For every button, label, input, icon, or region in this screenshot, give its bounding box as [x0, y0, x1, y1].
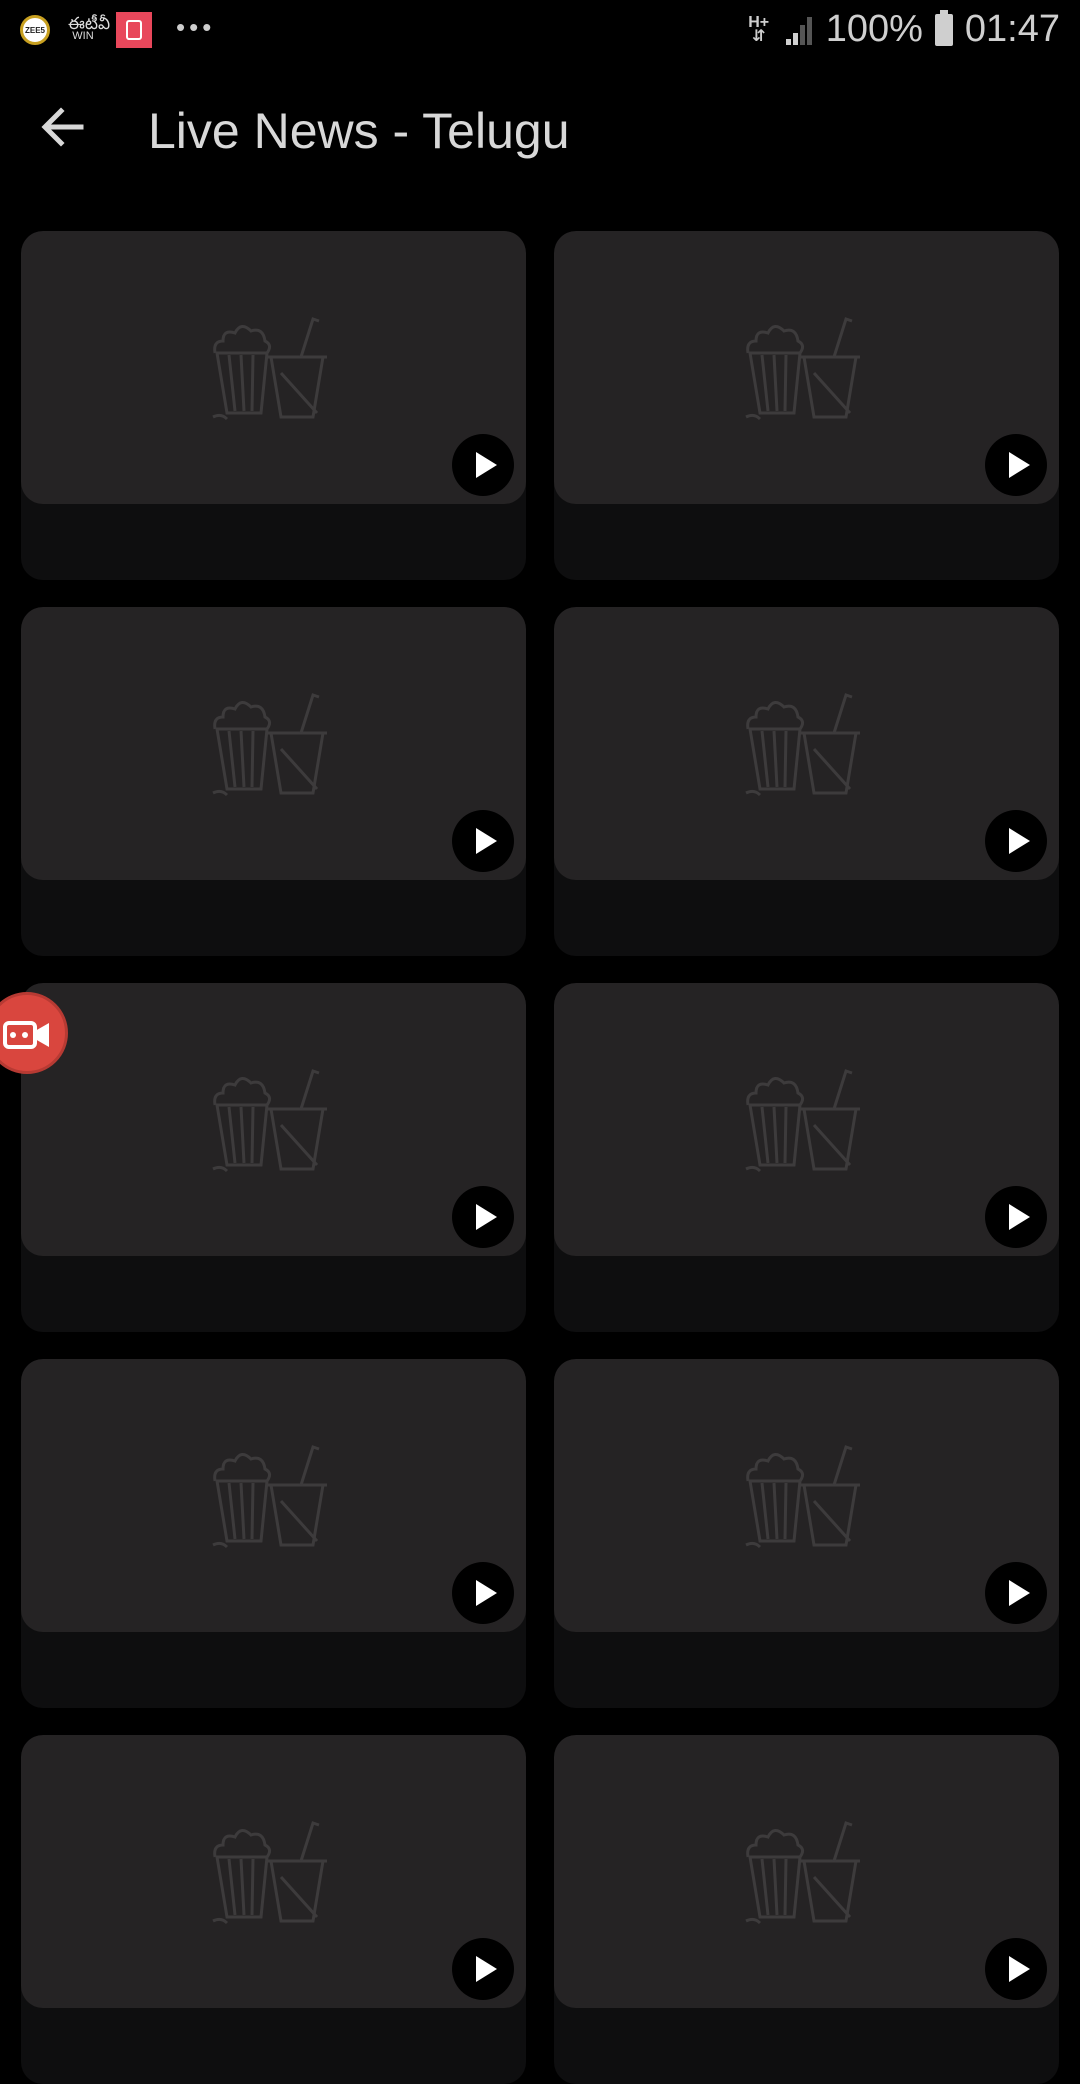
video-card-6[interactable]: [554, 983, 1059, 1332]
play-button[interactable]: [452, 1186, 514, 1248]
video-grid: [21, 231, 1059, 2084]
arrow-left-icon: [41, 107, 84, 147]
video-thumbnail[interactable]: [21, 983, 526, 1256]
video-thumbnail[interactable]: [554, 983, 1059, 1256]
popcorn-drink-placeholder-icon: [744, 316, 860, 420]
video-thumbnail[interactable]: [554, 1735, 1059, 2008]
app-bar: Live News - Telugu: [0, 64, 1080, 194]
video-thumbnail[interactable]: [21, 231, 526, 504]
video-thumbnail[interactable]: [21, 1735, 526, 2008]
etv-win-app-icon: ఈటీవీ WIN: [68, 14, 111, 43]
video-card-1[interactable]: [21, 231, 526, 580]
popcorn-drink-placeholder-icon: [744, 1444, 860, 1548]
video-thumbnail[interactable]: [21, 1359, 526, 1632]
video-card-5[interactable]: [21, 983, 526, 1332]
video-card-3[interactable]: [21, 607, 526, 956]
battery-icon: [934, 9, 953, 46]
red-app-icon: [116, 12, 152, 48]
play-button[interactable]: [452, 434, 514, 496]
zee5-app-icon: ZEE5: [20, 15, 50, 45]
popcorn-drink-placeholder-icon: [211, 1820, 327, 1924]
play-button[interactable]: [452, 810, 514, 872]
play-button[interactable]: [985, 810, 1047, 872]
video-thumbnail[interactable]: [21, 607, 526, 880]
popcorn-drink-placeholder-icon: [744, 1068, 860, 1172]
popcorn-drink-placeholder-icon: [211, 316, 327, 420]
play-button[interactable]: [985, 434, 1047, 496]
video-card-7[interactable]: [21, 1359, 526, 1708]
video-thumbnail[interactable]: [554, 607, 1059, 880]
battery-percent: 100%: [825, 8, 923, 50]
play-button[interactable]: [985, 1186, 1047, 1248]
popcorn-drink-placeholder-icon: [211, 1068, 327, 1172]
video-card-9[interactable]: [21, 1735, 526, 2084]
more-notifications-icon: •••: [176, 11, 216, 42]
popcorn-drink-placeholder-icon: [744, 692, 860, 796]
play-button[interactable]: [452, 1938, 514, 2000]
back-button[interactable]: [30, 94, 96, 160]
video-record-icon: [3, 1021, 49, 1049]
page-title: Live News - Telugu: [148, 103, 570, 159]
play-button[interactable]: [985, 1562, 1047, 1624]
video-card-2[interactable]: [554, 231, 1059, 580]
popcorn-drink-placeholder-icon: [211, 1444, 327, 1548]
video-card-8[interactable]: [554, 1359, 1059, 1708]
video-card-10[interactable]: [554, 1735, 1059, 2084]
popcorn-drink-placeholder-icon: [211, 692, 327, 796]
status-clock: 01:47: [964, 8, 1060, 50]
video-thumbnail[interactable]: [554, 231, 1059, 504]
signal-strength-icon: [784, 15, 814, 45]
play-button[interactable]: [985, 1938, 1047, 2000]
video-card-4[interactable]: [554, 607, 1059, 956]
status-bar: ZEE5 ఈటీవీ WIN ••• H+ ⇵ 100% 01:47: [0, 0, 1080, 64]
play-button[interactable]: [452, 1562, 514, 1624]
network-type-icon: H+ ⇵: [748, 13, 770, 45]
video-thumbnail[interactable]: [554, 1359, 1059, 1632]
popcorn-drink-placeholder-icon: [744, 1820, 860, 1924]
